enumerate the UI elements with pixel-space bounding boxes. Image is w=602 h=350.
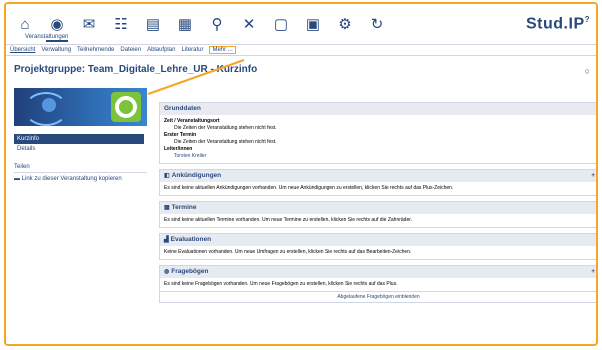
course-badge-icon xyxy=(111,92,141,122)
planner-icon[interactable]: ▦ xyxy=(172,12,198,36)
studip-logo[interactable]: Stud.IP? xyxy=(526,15,590,33)
main-content: Grunddaten Zeit / Veranstaltungsort Die … xyxy=(159,102,596,308)
tab-uebersicht[interactable]: Übersicht xyxy=(10,47,35,53)
tab-ablaufplan[interactable]: Ablaufplan xyxy=(147,47,175,53)
profile-icon[interactable]: ▤ xyxy=(140,12,166,36)
sidebar-section-title: Teilen xyxy=(14,164,147,173)
link-icon: ▬ xyxy=(14,176,22,182)
page-title: Projektgruppe: Team_Digitale_Lehre_UR - … xyxy=(14,64,258,75)
share-link-label: Link zu dieser Veranstaltung kopieren xyxy=(21,176,122,182)
annotation-arrow xyxy=(147,59,245,95)
sidebar-navigation: Kurzinfo Details xyxy=(14,134,147,154)
panel-termine-header: ▦ Termine xyxy=(160,202,596,214)
files-icon[interactable]: ▢ xyxy=(268,12,294,36)
megaphone-icon: ◧ xyxy=(164,173,170,179)
course-avatar xyxy=(14,88,147,126)
tools-icon[interactable]: ✕ xyxy=(236,12,262,36)
mail-icon[interactable]: ✉ xyxy=(76,12,102,36)
panel-evaluationen-body: Keine Evaluationen vorhanden. Um neue Um… xyxy=(164,249,412,255)
panel-termine-title: Termine xyxy=(171,204,197,211)
panel-ankuendigungen-body: Es sind keine aktuellen Ankündigungen vo… xyxy=(164,185,454,191)
panel-termine-body: Es sind keine aktuellen Termine vorhande… xyxy=(164,217,413,223)
panel-evaluationen-title: Evaluationen xyxy=(170,236,212,243)
nav-caption: Veranstaltungen xyxy=(25,34,69,40)
workplace-icon[interactable]: ▣ xyxy=(300,12,326,36)
zeit-value: Die Zeiten der Veranstaltung stehen nich… xyxy=(174,125,277,131)
tab-teilnehmende[interactable]: Teilnehmende xyxy=(77,47,114,53)
add-ankuendigung-button[interactable]: + xyxy=(591,170,595,182)
panel-ankuendigungen-title: Ankündigungen xyxy=(171,172,222,179)
help-icon[interactable]: ↻ xyxy=(364,12,390,36)
share-link[interactable]: ▬ Link zu dieser Veranstaltung kopieren xyxy=(14,176,147,182)
show-expired-questionnaires-link[interactable]: Abgelaufene Fragebögen einblenden xyxy=(160,291,596,302)
sidebar-item-details[interactable]: Details xyxy=(14,144,147,154)
panel-grunddaten: Grunddaten Zeit / Veranstaltungsort Die … xyxy=(159,102,596,164)
panel-frageboegen-title: Fragebögen xyxy=(171,268,209,275)
community-icon[interactable]: ☷ xyxy=(108,12,134,36)
tab-literatur[interactable]: Literatur xyxy=(181,47,203,53)
course-tabs: Übersicht Verwaltung Teilnehmende Dateie… xyxy=(6,44,596,56)
panel-grunddaten-body: Zeit / Veranstaltungsort Die Zeiten der … xyxy=(160,115,596,163)
leitung-label: Leiter/innen xyxy=(164,146,193,152)
panel-evaluationen: ▟ Evaluationen Keine Evaluationen vorhand… xyxy=(159,233,596,260)
panel-grunddaten-title: Grunddaten xyxy=(160,103,596,115)
tab-dateien[interactable]: Dateien xyxy=(120,47,141,53)
logo-text: Stud.IP xyxy=(526,15,585,33)
panel-frageboegen: ◍ Fragebögen + Es sind keine Fragebögen vo… xyxy=(159,265,596,303)
nav-icon-bar: ⌂ ◉ ✉ ☷ ▤ ▦ ⚲ ✕ ▢ ▣ ⚙ ↻ xyxy=(12,12,396,42)
panel-frageboegen-header: ◍ Fragebögen + xyxy=(160,266,596,278)
panel-evaluationen-header: ▟ Evaluationen xyxy=(160,234,596,246)
panel-ankuendigungen-header: ◧ Ankündigungen + xyxy=(160,170,596,182)
panel-frageboegen-body: Es sind keine Fragebögen vorhanden. Um n… xyxy=(164,281,398,287)
questionnaire-icon: ◍ xyxy=(164,269,170,275)
info-icon[interactable]: ○ xyxy=(585,66,590,76)
panel-termine: ▦ Termine Es sind keine aktuellen Termine… xyxy=(159,201,596,228)
calendar-icon: ▦ xyxy=(164,205,170,211)
chart-icon: ▟ xyxy=(164,237,169,243)
course-image-glow xyxy=(42,98,56,112)
tab-verwaltung[interactable]: Verwaltung xyxy=(41,47,71,53)
termin-label: Erster Termin xyxy=(164,132,197,138)
sidebar-item-kurzinfo[interactable]: Kurzinfo xyxy=(14,134,144,144)
tab-mehr[interactable]: Mehr ... xyxy=(209,45,236,54)
admin-icon[interactable]: ⚙ xyxy=(332,12,358,36)
panel-ankuendigungen: ◧ Ankündigungen + Es sind keine aktuellen … xyxy=(159,169,596,196)
zeit-label: Zeit / Veranstaltungsort xyxy=(164,118,220,124)
home-icon[interactable]: ⌂ xyxy=(12,12,38,36)
app-window: ⌂ ◉ ✉ ☷ ▤ ▦ ⚲ ✕ ▢ ▣ ⚙ ↻ Veranstaltungen … xyxy=(4,2,598,346)
termin-value: Die Zeiten der Veranstaltung stehen nich… xyxy=(174,139,277,145)
sidebar: Kurzinfo Details Teilen ▬ Link zu dieser… xyxy=(14,88,147,182)
logo-superscript: ? xyxy=(584,15,590,24)
top-navigation: ⌂ ◉ ✉ ☷ ▤ ▦ ⚲ ✕ ▢ ▣ ⚙ ↻ Veranstaltungen … xyxy=(6,4,596,45)
courses-icon[interactable]: ◉ xyxy=(44,12,70,42)
leitung-value[interactable]: Torsten Kreiler xyxy=(164,153,593,160)
add-fragebogen-button[interactable]: + xyxy=(591,266,595,278)
search-icon[interactable]: ⚲ xyxy=(204,12,230,36)
